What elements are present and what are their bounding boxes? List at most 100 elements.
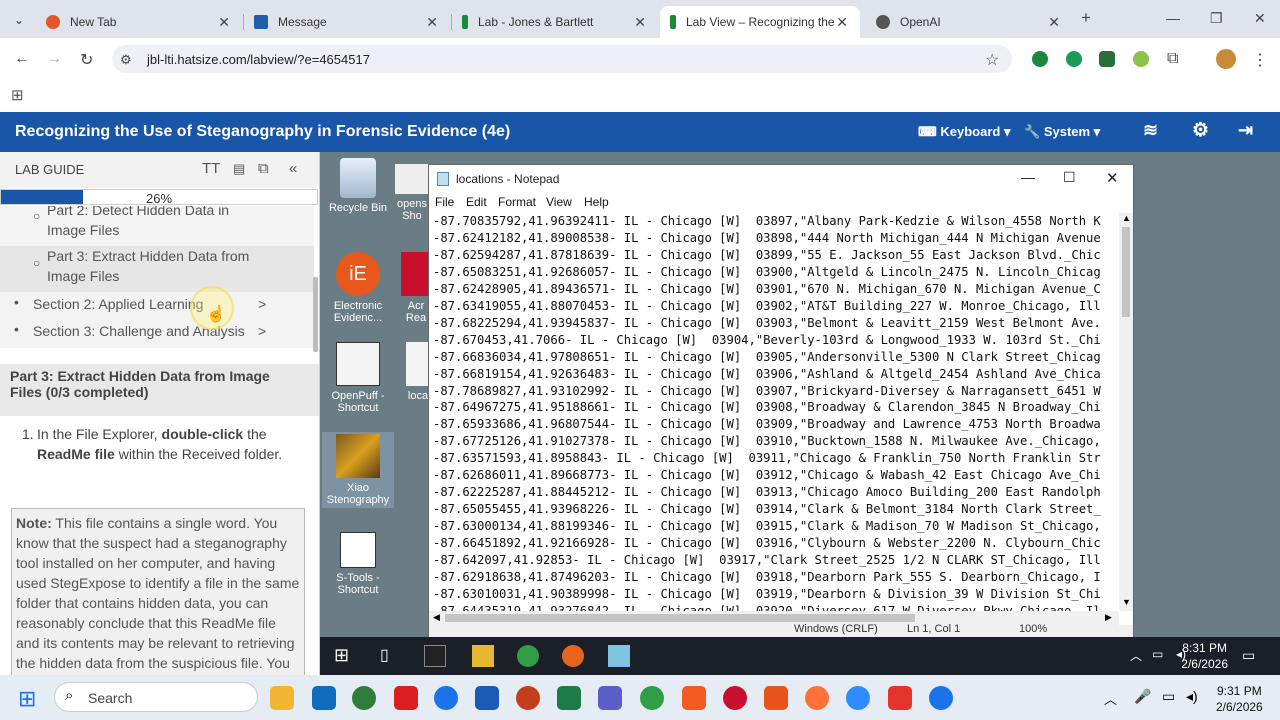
horizontal-scrollbar[interactable]: ◀ ▶ bbox=[429, 611, 1119, 625]
text-line[interactable]: -87.62594287,41.87818639- IL - Chicago [… bbox=[433, 247, 1117, 264]
text-line[interactable]: -87.65083251,41.92686057- IL - Chicago [… bbox=[433, 264, 1117, 281]
tab-new-tab[interactable]: New Tab ✕ bbox=[36, 6, 242, 38]
extension-icon[interactable] bbox=[1099, 51, 1115, 67]
text-line[interactable]: -87.66836034,41.97808651- IL - Chicago [… bbox=[433, 349, 1117, 366]
wifi-icon[interactable]: ≋ bbox=[1143, 120, 1158, 141]
close-icon[interactable]: ✕ bbox=[1106, 169, 1119, 187]
minimize-icon[interactable]: — bbox=[1166, 10, 1180, 26]
tab-message[interactable]: Message ✕ bbox=[244, 6, 450, 38]
volume-icon[interactable]: ◂) bbox=[1186, 688, 1198, 705]
desktop-icon-xiao-stenography[interactable]: Xiao Stenography bbox=[322, 432, 394, 508]
toc-part2[interactable]: Part 2: Detect Hidden Data in Image File… bbox=[47, 206, 247, 240]
text-line[interactable]: -87.68225294,41.93945837- IL - Chicago [… bbox=[433, 315, 1117, 332]
text-line[interactable]: -87.63000134,41.88199346- IL - Chicago [… bbox=[433, 518, 1117, 535]
scroll-left-icon[interactable]: ◀ bbox=[433, 612, 440, 623]
tray-up-icon[interactable]: ︿ bbox=[1104, 689, 1117, 708]
menu-format[interactable]: Format bbox=[498, 195, 536, 209]
back-icon[interactable]: ← bbox=[14, 50, 30, 68]
text-line[interactable]: -87.78689827,41.93102992- IL - Chicago [… bbox=[433, 383, 1117, 400]
desktop-icon-openpuff[interactable]: OpenPuff - Shortcut bbox=[322, 342, 394, 414]
tray-up-icon[interactable]: ︿ bbox=[1130, 647, 1142, 664]
new-tab-icon[interactable]: + bbox=[1081, 8, 1091, 28]
close-window-icon[interactable]: ✕ bbox=[1254, 10, 1266, 27]
menu-help[interactable]: Help bbox=[584, 195, 609, 209]
word-icon[interactable] bbox=[475, 686, 499, 710]
scroll-thumb[interactable] bbox=[445, 614, 915, 622]
text-line[interactable]: -87.66819154,41.92636483- IL - Chicago [… bbox=[433, 366, 1117, 383]
vertical-scrollbar[interactable]: ▲ ▼ bbox=[1119, 213, 1133, 611]
chevron-right-icon[interactable]: > bbox=[258, 296, 266, 312]
microphone-icon[interactable]: 🎤 bbox=[1134, 688, 1151, 705]
close-icon[interactable]: ✕ bbox=[836, 14, 848, 31]
text-line[interactable]: -87.67725126,41.91027378- IL - Chicago [… bbox=[433, 433, 1117, 450]
firefox-icon[interactable] bbox=[562, 645, 584, 667]
tab-search-button[interactable]: ⌄ bbox=[0, 10, 34, 30]
chevron-right-icon[interactable]: > bbox=[258, 323, 266, 339]
restore-icon[interactable]: ❐ bbox=[1210, 10, 1223, 27]
taskbar-search[interactable]: ⌕ bbox=[54, 682, 258, 712]
firefox-icon[interactable] bbox=[805, 686, 829, 710]
profile-avatar[interactable] bbox=[1216, 49, 1236, 69]
text-line[interactable]: -87.62428905,41.89436571- IL - Chicago [… bbox=[433, 281, 1117, 298]
notepad-taskbar-icon[interactable] bbox=[608, 645, 630, 667]
text-line[interactable]: -87.62225287,41.88445212- IL - Chicago [… bbox=[433, 484, 1117, 501]
toc-part3[interactable]: Part 3: Extract Hidden Data from Image F… bbox=[47, 246, 267, 286]
toc-section2[interactable]: Section 2: Applied Learning bbox=[33, 296, 203, 312]
text-line[interactable]: -87.64435319,41.93276842- IL - Chicago [… bbox=[433, 603, 1117, 611]
active-app-icon[interactable] bbox=[929, 686, 953, 710]
text-line[interactable]: -87.70835792,41.96392411- IL - Chicago [… bbox=[433, 213, 1117, 230]
menu-file[interactable]: File bbox=[435, 195, 454, 209]
system-menu[interactable]: 🔧 System ▾ bbox=[1024, 124, 1100, 140]
chrome-icon[interactable] bbox=[640, 686, 664, 710]
text-line[interactable]: -87.65933686,41.96807544- IL - Chicago [… bbox=[433, 416, 1117, 433]
collapse-icon[interactable]: « bbox=[289, 160, 297, 177]
file-explorer-icon[interactable] bbox=[472, 645, 494, 667]
text-line[interactable]: -87.65055455,41.93968226- IL - Chicago [… bbox=[433, 501, 1117, 518]
teams-icon[interactable] bbox=[598, 686, 622, 710]
bookmark-star-icon[interactable]: ☆ bbox=[985, 50, 999, 70]
app-icon[interactable] bbox=[352, 686, 376, 710]
vm-clock[interactable]: 8:31 PM 2/6/2026 bbox=[1181, 640, 1228, 672]
text-line[interactable]: -87.642097,41.92853- IL - Chicago [W] 03… bbox=[433, 552, 1117, 569]
desktop-icon-opens[interactable]: opens Sho bbox=[392, 164, 432, 222]
host-clock[interactable]: 9:31 PM 2/6/2026 bbox=[1216, 683, 1263, 715]
apps-grid-icon[interactable]: ⊞ bbox=[11, 86, 24, 104]
site-info-icon[interactable]: ⚙ bbox=[120, 52, 132, 68]
app-icon[interactable] bbox=[723, 686, 747, 710]
scroll-down-icon[interactable]: ▼ bbox=[1122, 597, 1131, 607]
app-icon[interactable] bbox=[434, 686, 458, 710]
close-icon[interactable]: ✕ bbox=[1048, 14, 1060, 31]
text-line[interactable]: -87.63010031,41.90389998- IL - Chicago [… bbox=[433, 586, 1117, 603]
windows-start-icon[interactable]: ⊞ bbox=[18, 686, 36, 712]
menu-edit[interactable]: Edit bbox=[466, 195, 487, 209]
tab-lab-view[interactable]: Lab View – Recognizing the ✕ bbox=[660, 6, 860, 38]
forward-icon[interactable]: → bbox=[46, 50, 62, 68]
menu-view[interactable]: View bbox=[546, 195, 572, 209]
text-line[interactable]: -87.62918638,41.87496203- IL - Chicago [… bbox=[433, 569, 1117, 586]
minimize-icon[interactable]: — bbox=[1021, 169, 1035, 185]
close-icon[interactable]: ✕ bbox=[634, 14, 646, 31]
notification-icon[interactable]: ▭ bbox=[1242, 647, 1255, 664]
toc-scrollbar[interactable] bbox=[313, 277, 318, 352]
notepad-text-area[interactable]: -87.70835792,41.96392411- IL - Chicago [… bbox=[433, 213, 1117, 611]
zoom-icon[interactable] bbox=[846, 686, 870, 710]
settings-gear-icon[interactable]: ⚙ bbox=[1192, 119, 1209, 142]
network-icon[interactable]: ▭ bbox=[1152, 647, 1163, 661]
desktop-icon-s-tools[interactable]: S-Tools - Shortcut bbox=[322, 532, 394, 596]
text-line[interactable]: -87.63419055,41.88070453- IL - Chicago [… bbox=[433, 298, 1117, 315]
app-icon[interactable] bbox=[764, 686, 788, 710]
tab-openai[interactable]: OpenAI ✕ bbox=[866, 6, 1072, 38]
text-line[interactable]: -87.670453,41.7066- IL - Chicago [W] 039… bbox=[433, 332, 1117, 349]
phone-extension-icon[interactable] bbox=[1032, 51, 1048, 67]
menu-kebab-icon[interactable]: ⋮ bbox=[1252, 50, 1268, 70]
extensions-puzzle-icon[interactable]: ⧉ bbox=[1167, 50, 1178, 68]
task-view-icon[interactable]: ▯ bbox=[380, 645, 402, 667]
popout-icon[interactable]: ⧉ bbox=[258, 160, 269, 177]
windows-start-icon[interactable]: ⊞ bbox=[334, 645, 356, 667]
file-explorer-icon[interactable] bbox=[270, 686, 294, 710]
reload-icon[interactable]: ↻ bbox=[80, 50, 93, 70]
powerpoint-icon[interactable] bbox=[516, 686, 540, 710]
maximize-icon[interactable]: ☐ bbox=[1063, 169, 1076, 186]
app-icon[interactable] bbox=[888, 686, 912, 710]
url-text[interactable]: jbl-lti.hatsize.com/labview/?e=4654517 bbox=[147, 52, 370, 67]
